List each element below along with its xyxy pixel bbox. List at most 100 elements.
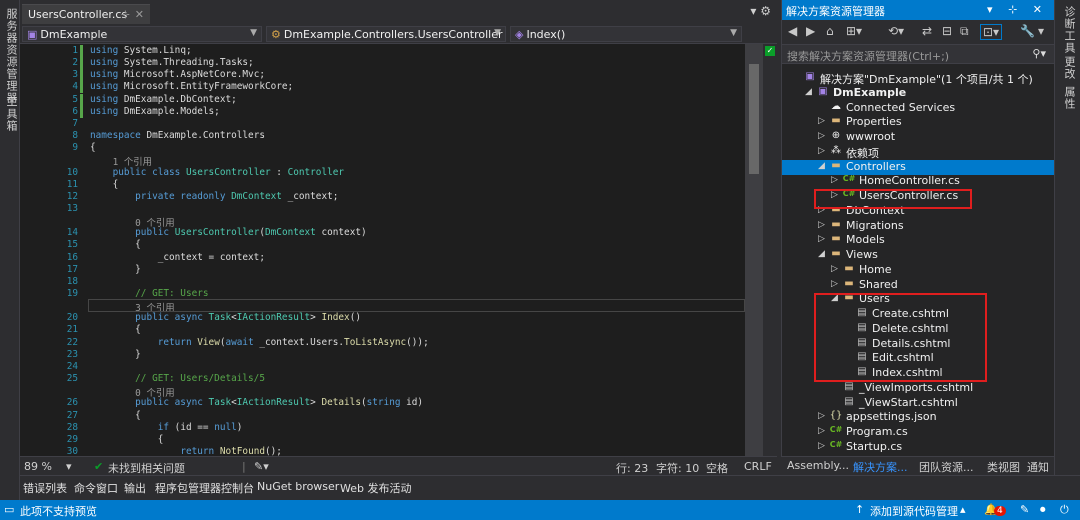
tree-item-controllers[interactable]: ◢ ▬ Controllers: [782, 159, 1055, 175]
brush-icon[interactable]: ✎▾: [254, 460, 269, 473]
back-icon[interactable]: ◀: [788, 24, 797, 38]
expand-arrow-icon[interactable]: ▷: [818, 234, 825, 244]
collapse-arrow-icon[interactable]: ◢: [818, 161, 825, 171]
tree-item-views[interactable]: ◢ ▬ Views: [782, 248, 1055, 263]
record-icon[interactable]: ⏺: [1040, 503, 1046, 517]
code-line[interactable]: 4 using Microsoft.EntityFrameworkCore;: [20, 81, 745, 94]
tab-package-manager-console[interactable]: 程序包管理器控制台: [155, 480, 254, 496]
tab-users-controller[interactable]: UsersController.cs ⊹ ✕: [22, 4, 150, 24]
expand-arrow-icon[interactable]: ▷: [831, 264, 838, 274]
tree-item-properties[interactable]: ▷ ▬ Properties: [782, 115, 1055, 130]
code-line[interactable]: 10 public class UsersController : Contro…: [20, 167, 745, 179]
class-dropdown[interactable]: ⚙ DmExample.Controllers.UsersController ▼: [266, 26, 506, 42]
code-line[interactable]: 12 private readonly DmContext _context;: [20, 191, 745, 203]
issues-status[interactable]: 未找到相关问题: [108, 460, 185, 476]
code-line[interactable]: 23 }: [20, 349, 745, 361]
tree-item-appsettings-json[interactable]: ▷ {} appsettings.json: [782, 410, 1055, 425]
forward-icon[interactable]: ▶: [806, 24, 815, 38]
code-line[interactable]: 30 return NotFound();: [20, 446, 745, 456]
code-line[interactable]: 20 public async Task<IActionResult> Inde…: [20, 312, 745, 324]
code-line[interactable]: 26 public async Task<IActionResult> Deta…: [20, 397, 745, 409]
zoom-dropdown-icon[interactable]: ▾: [66, 460, 72, 473]
diagnostic-tools-tab[interactable]: 诊断工具: [1061, 6, 1077, 54]
code-line[interactable]: 11 {: [20, 179, 745, 191]
tab-overflow-menu[interactable]: ▾ ⚙: [750, 4, 771, 18]
code-line[interactable]: 15 {: [20, 239, 745, 251]
tab-command-window[interactable]: 命令窗口: [74, 480, 118, 496]
code-line[interactable]: 28 if (id == null): [20, 422, 745, 434]
panel-window-buttons[interactable]: ▾ ⊹ ✕: [987, 3, 1048, 16]
code-line[interactable]: 5 using DmExample.DbContext;: [20, 93, 745, 106]
code-line[interactable]: 21 {: [20, 324, 745, 336]
collapse-all-icon[interactable]: ⊟: [942, 24, 952, 38]
tree-item-wwwroot[interactable]: ▷ ⊕ wwwroot: [782, 130, 1055, 145]
tree-item-[interactable]: ▷ ⁂ 依赖项: [782, 145, 1055, 160]
code-line[interactable]: 2 using System.Threading.Tasks;: [20, 57, 745, 70]
code-line[interactable]: 22 return View(await _context.Users.ToLi…: [20, 337, 745, 349]
code-line[interactable]: 7: [20, 118, 745, 130]
code-line[interactable]: 3 using Microsoft.AspNetCore.Mvc;: [20, 69, 745, 82]
expand-arrow-icon[interactable]: ▷: [818, 426, 825, 436]
tree-item-startup-cs[interactable]: ▷ C# Startup.cs: [782, 440, 1055, 455]
tree-item-dmexample[interactable]: ◢ ▣ DmExample: [782, 86, 1055, 101]
code-line[interactable]: 9{: [20, 142, 745, 154]
scroll-thumb[interactable]: [749, 64, 759, 174]
tab-solution-explorer[interactable]: 解决方案...: [853, 459, 908, 475]
code-line[interactable]: 0 个引用: [20, 385, 745, 399]
toolbox-tab[interactable]: 工具箱: [3, 96, 19, 132]
code-line[interactable]: 18: [20, 276, 745, 288]
code-text-area[interactable]: 1 using System.Linq; 2 using System.Threadi…: [20, 44, 745, 456]
tree-item-viewstart-cshtml[interactable]: ▤ _ViewStart.cshtml: [782, 396, 1055, 411]
properties-wrench-icon[interactable]: 🔧: [1020, 24, 1035, 38]
tab-team-explorer[interactable]: 团队资源...: [919, 459, 974, 475]
code-line[interactable]: 25 // GET: Users/Details/5: [20, 373, 745, 385]
switch-views-icon[interactable]: ⊞▾: [846, 24, 862, 38]
code-line[interactable]: 6 using DmExample.Models;: [20, 105, 745, 118]
code-line[interactable]: 1 using System.Linq;: [20, 45, 745, 57]
tab-nuget-browser[interactable]: NuGet browser: [257, 480, 339, 493]
expand-arrow-icon[interactable]: ▷: [831, 175, 838, 185]
tab-error-list[interactable]: 错误列表: [23, 480, 67, 496]
tree-item-homecontroller-cs[interactable]: ▷ C# HomeController.cs: [782, 174, 1055, 189]
expand-arrow-icon[interactable]: ▷: [818, 220, 825, 230]
tab-class-view[interactable]: 类视图: [987, 459, 1020, 475]
code-line[interactable]: 17 }: [20, 264, 745, 276]
member-dropdown[interactable]: ◈ Index() ▼: [510, 26, 742, 42]
home-icon[interactable]: ⌂: [826, 24, 834, 38]
code-line[interactable]: 24: [20, 361, 745, 373]
tree-item-shared[interactable]: ▷ ▬ Shared: [782, 278, 1055, 293]
pending-changes-icon[interactable]: ⟲▾: [888, 24, 904, 38]
collapse-arrow-icon[interactable]: ◢: [805, 87, 812, 97]
changes-tab[interactable]: 更改: [1061, 56, 1077, 80]
stop-icon[interactable]: ⏻: [1060, 503, 1069, 517]
code-line[interactable]: 1 个引用: [20, 154, 745, 168]
expand-arrow-icon[interactable]: ▷: [818, 116, 825, 126]
pin-icon[interactable]: ⊹: [121, 8, 130, 21]
code-line[interactable]: 14 public UsersController(DmContext cont…: [20, 227, 745, 239]
vertical-scrollbar[interactable]: [745, 44, 763, 456]
tree-item-program-cs[interactable]: ▷ C# Program.cs: [782, 425, 1055, 440]
expand-arrow-icon[interactable]: ▷: [818, 441, 825, 451]
tree-item-home[interactable]: ▷ ▬ Home: [782, 263, 1055, 278]
tree-item-dmexample-1-1[interactable]: ▣ 解决方案"DmExample"(1 个项目/共 1 个): [782, 71, 1055, 86]
tab-assembly[interactable]: Assembly...: [787, 459, 849, 472]
expand-arrow-icon[interactable]: ▷: [818, 131, 825, 141]
code-line[interactable]: 16 _context = context;: [20, 252, 745, 264]
tab-web-publish-activity[interactable]: Web 发布活动: [340, 480, 411, 496]
code-line[interactable]: 27 {: [20, 410, 745, 422]
add-to-source-control-button[interactable]: 添加到源代码管理: [870, 503, 958, 519]
show-all-files-icon[interactable]: ⧉: [960, 24, 969, 39]
code-line[interactable]: 8 namespace DmExample.Controllers: [20, 130, 745, 142]
feedback-icon[interactable]: ✎: [1020, 503, 1029, 516]
tab-notifications[interactable]: 通知: [1027, 459, 1049, 475]
server-explorer-tab[interactable]: 服务器资源管理器: [3, 8, 19, 104]
tree-item-viewimports-cshtml[interactable]: ▤ _ViewImports.cshtml: [782, 381, 1055, 396]
zoom-level[interactable]: 89 %: [24, 460, 52, 473]
preview-icon[interactable]: ⊡▾: [980, 24, 1003, 40]
properties-tab[interactable]: 属性: [1061, 86, 1077, 110]
expand-arrow-icon[interactable]: ▷: [818, 146, 825, 156]
tab-output[interactable]: 输出: [124, 480, 146, 496]
chevron-up-icon[interactable]: ▴: [960, 503, 966, 516]
code-line[interactable]: 13: [20, 203, 745, 215]
tree-item-models[interactable]: ▷ ▬ Models: [782, 233, 1055, 248]
